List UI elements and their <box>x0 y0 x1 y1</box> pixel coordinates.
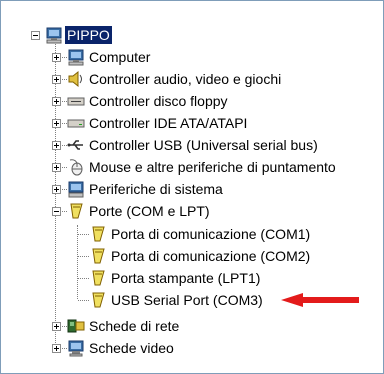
device-manager-tree: PIPPO Computer Controller audio, video e… <box>0 0 384 374</box>
computer-icon <box>46 27 62 44</box>
expand-toggle[interactable] <box>52 322 61 331</box>
port-connector-icon <box>92 248 105 264</box>
tree-item-label: Periferiche di sistema <box>89 181 223 197</box>
expand-toggle[interactable] <box>52 97 61 106</box>
drive-icon <box>67 119 85 128</box>
expand-toggle[interactable] <box>52 344 61 353</box>
network-card-icon <box>67 319 85 333</box>
tree-item-label: USB Serial Port (COM3) <box>111 292 263 308</box>
collapse-toggle[interactable] <box>52 207 61 216</box>
tree-item-label: Porte (COM e LPT) <box>89 203 210 219</box>
tree-item-label: Schede video <box>89 340 174 356</box>
tree-item-label: Controller USB (Universal serial bus) <box>89 137 318 153</box>
expand-toggle[interactable] <box>52 185 61 194</box>
floppy-drive-icon <box>67 97 85 106</box>
tree-item-label: Schede di rete <box>89 318 180 334</box>
root-collapse-toggle[interactable] <box>31 31 40 40</box>
speaker-icon <box>68 70 82 88</box>
port-connector-icon <box>92 292 105 308</box>
display-adapter-icon <box>68 340 84 357</box>
mouse-icon <box>69 159 83 176</box>
port-connector-icon <box>92 270 105 286</box>
expand-toggle[interactable] <box>52 141 61 150</box>
expand-toggle[interactable] <box>52 163 61 172</box>
root-node-label[interactable]: PIPPO <box>65 26 112 44</box>
tree-line-level2 <box>77 225 78 299</box>
tree-item-label: Computer <box>89 49 151 65</box>
usb-icon <box>67 140 83 150</box>
port-connector-icon <box>92 226 105 242</box>
tree-item-label: Controller IDE ATA/ATAPI <box>89 115 248 131</box>
port-connector-icon <box>70 203 83 219</box>
expand-toggle[interactable] <box>52 75 61 84</box>
expand-toggle[interactable] <box>52 53 61 62</box>
system-device-icon <box>68 181 84 198</box>
tree-item-label: Mouse e altre periferiche di puntamento <box>89 159 336 175</box>
tree-item-label: Porta di comunicazione (COM1) <box>111 226 311 242</box>
computer-icon <box>68 49 84 66</box>
red-arrow-icon <box>281 293 359 307</box>
expand-toggle[interactable] <box>52 119 61 128</box>
tree-item-label: Porta stampante (LPT1) <box>111 270 261 286</box>
tree-item-label: Porta di comunicazione (COM2) <box>111 248 311 264</box>
tree-item-label: Controller disco floppy <box>89 93 228 109</box>
tree-line-level1 <box>55 44 56 349</box>
tree-item-label: Controller audio, video e giochi <box>89 71 282 87</box>
